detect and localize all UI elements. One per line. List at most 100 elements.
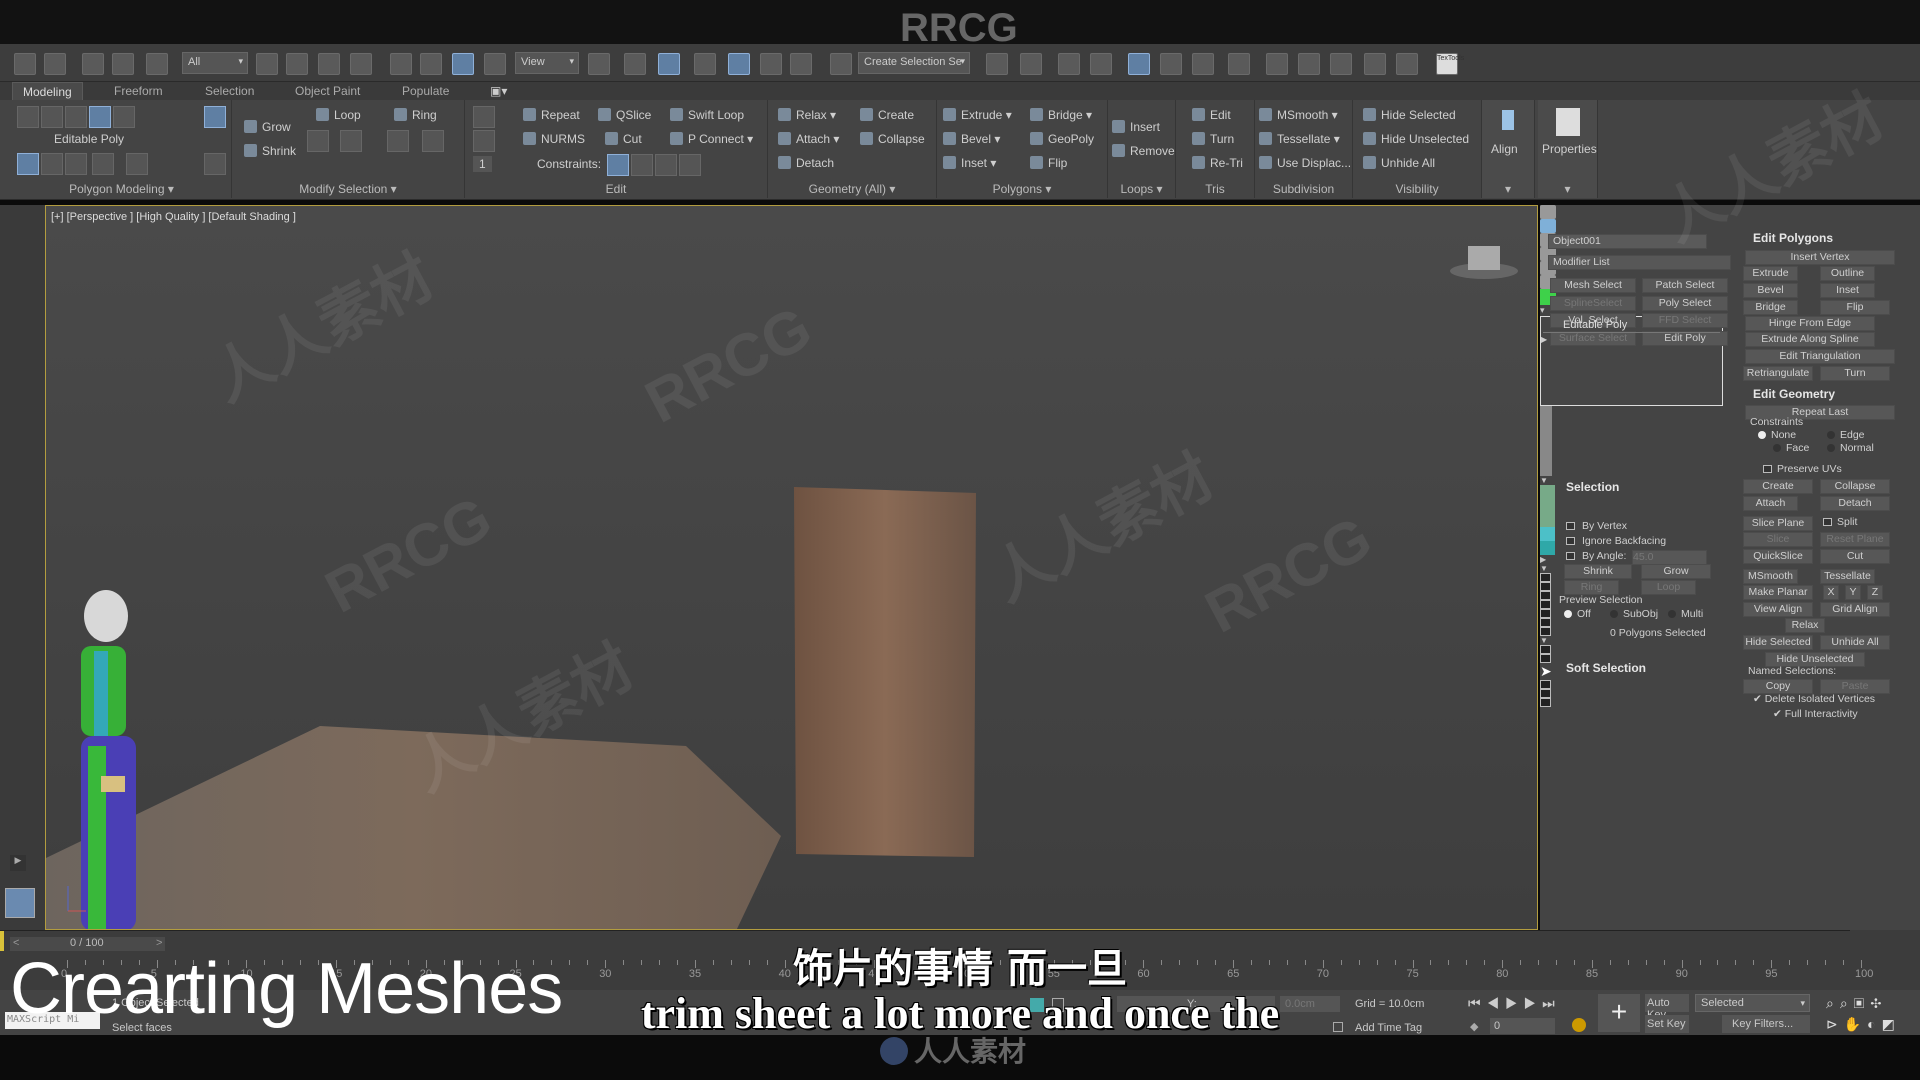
tab-selection[interactable]: Selection xyxy=(195,82,264,100)
grow-button[interactable]: Grow xyxy=(244,120,291,134)
make-planar-y-button[interactable]: Y xyxy=(1845,585,1861,600)
viewport-layout-icon[interactable] xyxy=(1396,53,1418,75)
hinge-from-edge-button[interactable]: Hinge From Edge xyxy=(1745,316,1875,331)
retriangulate-button[interactable]: Retriangulate xyxy=(1743,366,1813,381)
select-by-name-icon[interactable] xyxy=(286,53,308,75)
modifier-button-poly-select[interactable]: Poly Select xyxy=(1642,295,1728,311)
next-modifier-icon[interactable] xyxy=(65,153,87,175)
make-planar-button[interactable]: Make Planar xyxy=(1743,585,1813,600)
preserve-uvs-settings-icon[interactable] xyxy=(473,106,495,128)
modify-tab-icon[interactable] xyxy=(1540,219,1556,233)
modifier-stack[interactable]: Editable Poly ▶ xyxy=(1540,316,1723,406)
polygon-subobject-icon[interactable] xyxy=(1540,527,1555,541)
radio-icon[interactable] xyxy=(1758,431,1766,439)
outline-button[interactable]: Outline xyxy=(1820,266,1875,281)
pivot-icon[interactable] xyxy=(588,53,610,75)
dope-sheet-icon[interactable] xyxy=(1192,53,1214,75)
by-vertex-checkbox[interactable] xyxy=(1566,522,1575,530)
preview-option-multi[interactable]: Multi xyxy=(1668,608,1703,620)
hide-selected-button[interactable]: Hide Selected xyxy=(1743,635,1813,650)
edit-named-selection-icon[interactable] xyxy=(830,53,852,75)
modifier-button-patch-select[interactable]: Patch Select xyxy=(1642,278,1728,293)
qslice-button[interactable]: QSlice xyxy=(598,108,651,122)
selection-filter-dropdown[interactable]: All xyxy=(182,52,248,74)
element-mode-icon[interactable] xyxy=(113,106,135,128)
material-editor-icon[interactable] xyxy=(1228,53,1250,75)
render-production-icon[interactable] xyxy=(1330,53,1352,75)
make-unique-icon[interactable] xyxy=(1540,434,1552,448)
bevel-button[interactable]: Bevel ▾ xyxy=(943,132,1000,146)
extrude-along-spline-button[interactable]: Extrude Along Spline xyxy=(1745,332,1875,347)
undo-icon[interactable] xyxy=(14,53,36,75)
unhide-all-button[interactable]: Unhide All xyxy=(1820,635,1890,650)
radio-icon[interactable] xyxy=(1773,444,1781,452)
tab-populate[interactable]: Populate xyxy=(392,82,459,100)
delete-isolated-vertices-checkbox[interactable]: ✔ Delete Isolated Vertices xyxy=(1753,693,1875,705)
swift-loop-button[interactable]: Swift Loop xyxy=(670,108,744,122)
loop-button[interactable]: Loop xyxy=(1641,580,1696,595)
insert-vertex-button[interactable]: Insert Vertex xyxy=(1745,250,1895,265)
copy-button[interactable]: Copy xyxy=(1743,679,1813,694)
element-subobject-icon[interactable] xyxy=(1540,541,1555,555)
loop-button[interactable]: Loop xyxy=(316,108,361,122)
object-name-field[interactable]: Object001 xyxy=(1548,234,1707,249)
detach-button[interactable]: Detach xyxy=(778,156,834,170)
preserve-uvs-icon[interactable] xyxy=(204,106,226,128)
insert-loop-button[interactable]: Insert xyxy=(1112,120,1160,134)
ring-button[interactable]: Ring xyxy=(1564,580,1619,595)
unhide-all-button[interactable]: Unhide All xyxy=(1363,156,1435,170)
constraint-normal-icon[interactable] xyxy=(679,154,701,176)
tessellate-settings-icon[interactable] xyxy=(1540,689,1551,698)
extrude-button[interactable]: Extrude ▾ xyxy=(943,108,1012,122)
modify-mode-icon[interactable] xyxy=(17,153,39,175)
outline-settings-icon[interactable] xyxy=(1540,582,1551,591)
grow-loop-icon[interactable] xyxy=(307,130,329,152)
tessellate-button[interactable]: Tessellate xyxy=(1820,569,1875,584)
cut-button[interactable]: Cut xyxy=(605,132,642,146)
relax-button[interactable]: Relax ▾ xyxy=(778,108,836,122)
soft-selection-rollout-header[interactable]: Soft Selection xyxy=(1566,661,1646,675)
redo-icon[interactable] xyxy=(44,53,66,75)
inset-settings-icon[interactable] xyxy=(1540,600,1551,609)
radio-icon[interactable] xyxy=(1564,610,1572,618)
by-angle-checkbox[interactable] xyxy=(1566,552,1575,560)
scene-explorer-icon[interactable] xyxy=(1058,53,1080,75)
preserve-uvs-checkbox[interactable] xyxy=(1763,465,1772,473)
tab-object-paint[interactable]: Object Paint xyxy=(285,82,370,100)
msmooth-button[interactable]: MSmooth ▾ xyxy=(1259,108,1338,122)
quickslice-button[interactable]: QuickSlice xyxy=(1743,549,1813,564)
edit-polygons-rollout-header[interactable]: Edit Polygons xyxy=(1753,231,1833,245)
edge-mode-icon[interactable] xyxy=(41,106,63,128)
tessellate-button[interactable]: Tessellate ▾ xyxy=(1259,132,1340,146)
constraint-face[interactable]: Face xyxy=(1773,442,1809,454)
use-displace-button[interactable]: Use Displac... xyxy=(1259,156,1351,170)
select-object-icon[interactable] xyxy=(256,53,278,75)
slice-plane-button[interactable]: Slice Plane xyxy=(1743,516,1813,531)
remove-loop-button[interactable]: Remove xyxy=(1112,144,1175,158)
mirror-icon[interactable] xyxy=(986,53,1008,75)
view-align-button[interactable]: View Align xyxy=(1743,602,1813,617)
inset-button[interactable]: Inset xyxy=(1820,283,1875,298)
vertex-subobject-icon[interactable] xyxy=(1540,485,1555,499)
bridge-button[interactable]: Bridge xyxy=(1743,300,1798,315)
group-label[interactable]: Polygons ▾ xyxy=(937,182,1107,196)
create-tab-icon[interactable] xyxy=(1540,205,1556,219)
grid-align-button[interactable]: Grid Align xyxy=(1820,602,1890,617)
named-selection-field[interactable]: Create Selection Se xyxy=(858,52,970,74)
modifier-button-mesh-select[interactable]: Mesh Select xyxy=(1550,278,1636,293)
group-label[interactable]: Edit xyxy=(465,182,767,196)
angle-snap-icon[interactable] xyxy=(728,53,750,75)
relax-button[interactable]: Relax xyxy=(1785,618,1825,633)
constraint-normal[interactable]: Normal xyxy=(1827,442,1874,454)
extrude-button[interactable]: Extrude xyxy=(1743,266,1798,281)
border-subobject-icon[interactable] xyxy=(1540,513,1555,527)
constraint-edge[interactable]: Edge xyxy=(1827,429,1865,441)
select-manipulate-icon[interactable] xyxy=(624,53,646,75)
grow-ring-icon[interactable] xyxy=(387,130,409,152)
msmooth-settings-icon[interactable] xyxy=(1540,680,1551,689)
turn-button[interactable]: Turn xyxy=(1820,366,1890,381)
collapse-button[interactable]: Collapse xyxy=(860,132,925,146)
show-end-result-icon[interactable] xyxy=(1540,420,1552,434)
border-mode-icon[interactable] xyxy=(65,106,87,128)
show-end-result-icon[interactable] xyxy=(92,153,114,175)
